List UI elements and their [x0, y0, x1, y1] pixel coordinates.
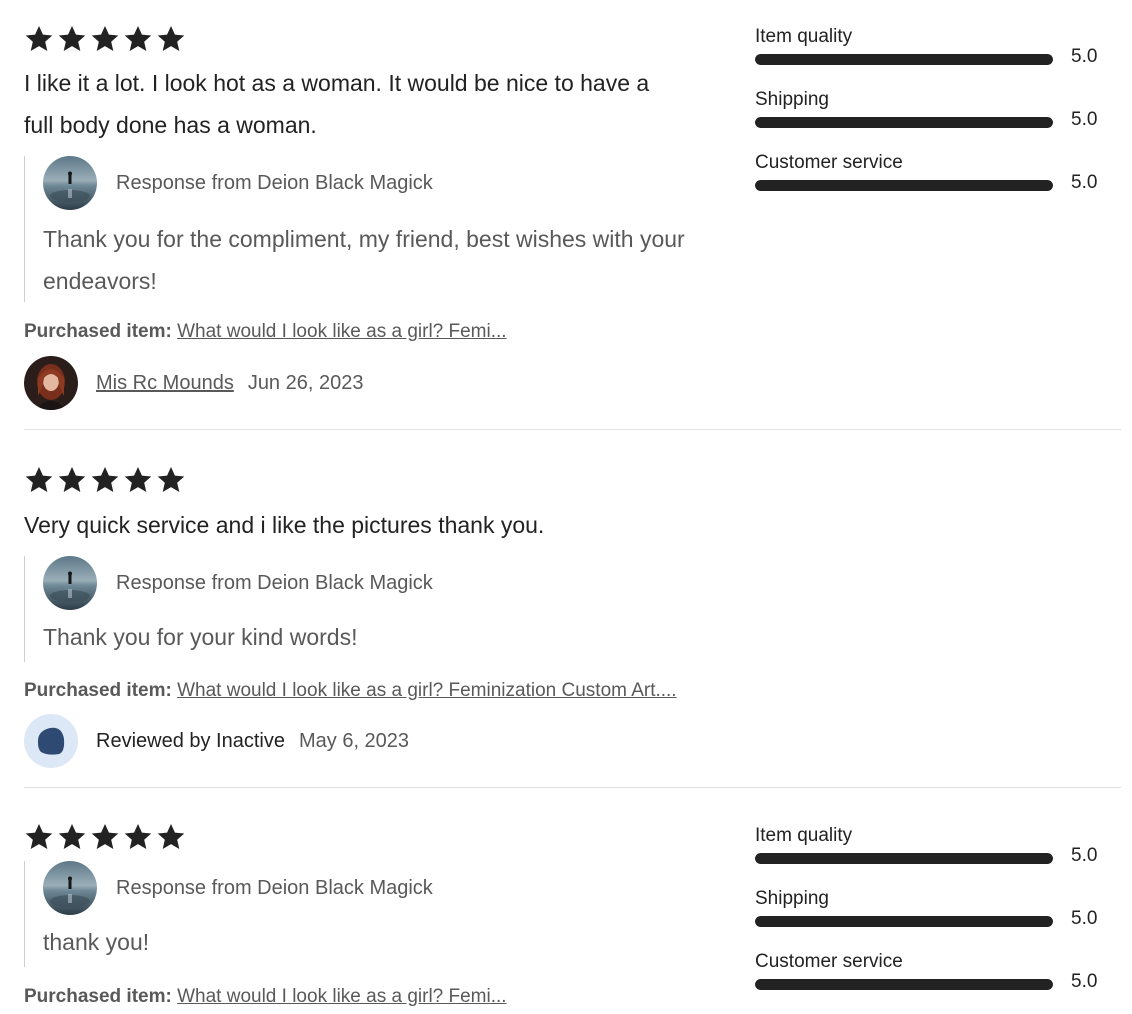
rating-label: Customer service: [755, 951, 903, 972]
star-icon: [90, 822, 120, 852]
star-rating: [24, 822, 186, 852]
rating-value: 5.0: [1071, 845, 1098, 866]
rating-bar: [755, 853, 1053, 864]
rating-bar: [755, 979, 1053, 990]
shop-avatar[interactable]: [43, 861, 97, 915]
seller-response: Response from Deion Black Magick thank y…: [24, 861, 703, 967]
rating-bar-fill: [755, 853, 1053, 864]
response-text: thank you!: [43, 929, 150, 955]
rating-label: Item quality: [755, 825, 853, 846]
rating-row-customer-service: Customer service 5.0: [755, 951, 1105, 1014]
rating-value: 5.0: [1071, 908, 1098, 929]
star-icon: [156, 822, 186, 852]
purchased-item-label: Purchased item:: [24, 986, 172, 1007]
star-icon: [24, 822, 54, 852]
rating-label: Shipping: [755, 888, 829, 909]
rating-bar: [755, 916, 1053, 927]
rating-bar-fill: [755, 979, 1053, 990]
rating-row-item-quality: Item quality 5.0: [755, 825, 1105, 888]
purchased-item-link[interactable]: What would I look like as a girl? Femi..…: [177, 986, 506, 1007]
star-icon: [57, 822, 87, 852]
review-card: Response from Deion Black Magick thank y…: [0, 0, 1132, 1011]
rating-breakdown: Item quality 5.0 Shipping 5.0 Customer s…: [755, 825, 1105, 1014]
star-icon: [123, 822, 153, 852]
rating-bar-fill: [755, 916, 1053, 927]
response-from-label: Response from Deion Black Magick: [116, 876, 433, 899]
purchased-item: Purchased item: What would I look like a…: [24, 986, 507, 1008]
rating-value: 5.0: [1071, 971, 1098, 992]
rating-row-shipping: Shipping 5.0: [755, 888, 1105, 951]
